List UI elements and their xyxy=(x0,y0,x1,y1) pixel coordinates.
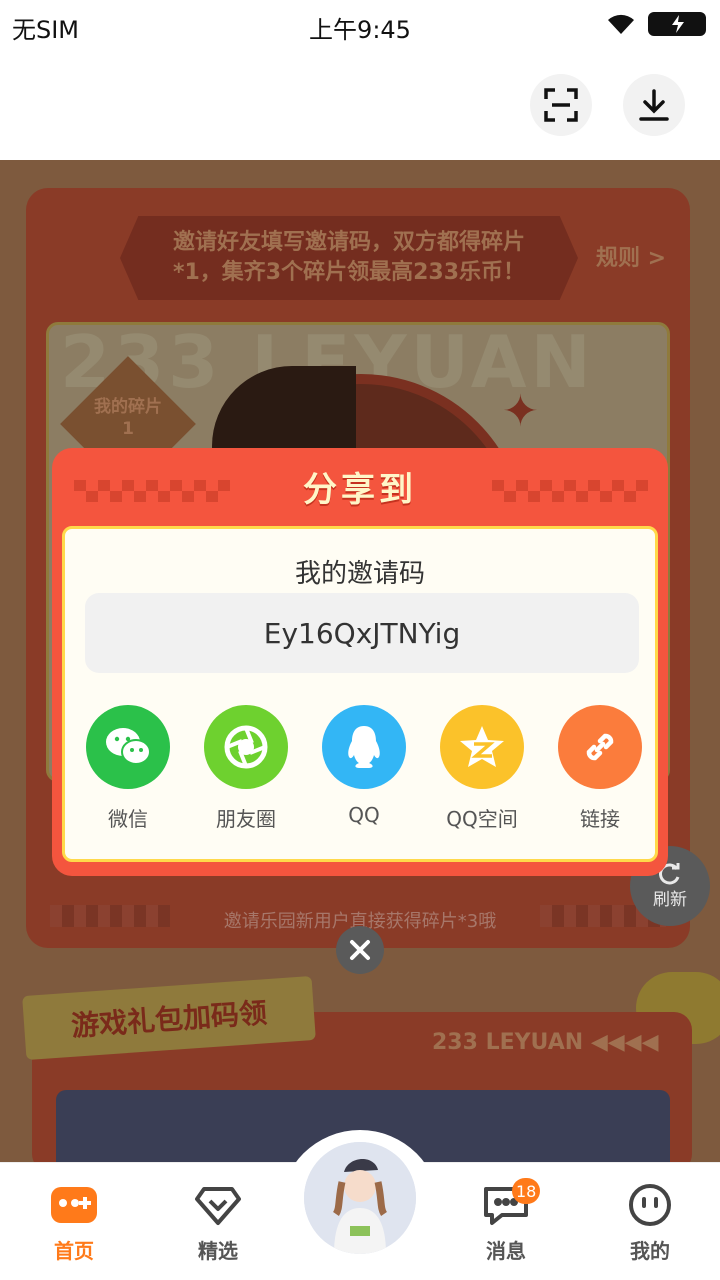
message-count-badge: 18 xyxy=(512,1178,541,1204)
download-button[interactable] xyxy=(623,74,685,136)
share-label: 朋友圈 xyxy=(216,807,276,831)
sparkle-icon: ✦ xyxy=(502,386,539,437)
invite-code-field[interactable]: Ey16QxJTNYig xyxy=(85,593,639,673)
profile-face-icon xyxy=(629,1184,671,1226)
share-qq[interactable]: QQ xyxy=(309,705,419,827)
share-dialog-body: 我的邀请码 Ey16QxJTNYig 微信 朋友圈 QQ QQ空间 链接 xyxy=(62,526,658,862)
heart-diamond-icon xyxy=(195,1187,241,1225)
brand-text: 233 LEYUAN xyxy=(432,1030,584,1055)
battery-charging-icon xyxy=(648,12,706,36)
close-dialog-button[interactable] xyxy=(336,926,384,974)
qzone-icon xyxy=(440,705,524,789)
avatar-illustration xyxy=(304,1142,416,1254)
scan-icon xyxy=(544,88,578,122)
rule-link[interactable]: 规则 > xyxy=(596,240,666,272)
tab-featured[interactable]: 精选 xyxy=(156,1163,276,1280)
top-header xyxy=(0,50,720,160)
fragment-count: 1 xyxy=(122,419,134,439)
center-avatar[interactable] xyxy=(304,1142,416,1254)
tab-label: 首页 xyxy=(54,1239,94,1263)
close-icon xyxy=(350,940,370,960)
share-targets: 微信 朋友圈 QQ QQ空间 链接 xyxy=(65,705,655,835)
share-wechat[interactable]: 微信 xyxy=(73,705,183,832)
tab-label: 精选 xyxy=(198,1239,238,1263)
tab-messages[interactable]: 消息 xyxy=(444,1163,564,1280)
share-link[interactable]: 链接 xyxy=(545,705,655,832)
dialog-title: 分享到 xyxy=(303,470,417,510)
invite-code-label: 我的邀请码 xyxy=(294,559,425,589)
download-icon xyxy=(639,89,669,121)
share-label: 链接 xyxy=(580,807,620,831)
wechat-icon xyxy=(86,705,170,789)
moments-icon xyxy=(204,705,288,789)
refresh-label: 刷新 xyxy=(653,889,687,910)
share-label: QQ空间 xyxy=(446,807,518,831)
fragment-label: 我的碎片 xyxy=(94,397,162,417)
wifi-icon xyxy=(608,14,634,34)
status-bar: 无SIM 上午9:45 xyxy=(0,0,720,50)
tab-label: 消息 xyxy=(486,1239,526,1263)
share-dialog: 分享到 我的邀请码 Ey16QxJTNYig 微信 朋友圈 QQ QQ空间 链接 xyxy=(52,448,668,876)
link-icon xyxy=(558,705,642,789)
tab-home[interactable]: 首页 xyxy=(12,1163,132,1280)
qq-icon xyxy=(322,705,406,789)
tab-profile[interactable]: 我的 xyxy=(588,1163,708,1280)
share-label: 微信 xyxy=(108,807,148,831)
scan-button[interactable] xyxy=(530,74,592,136)
gamepad-icon xyxy=(51,1187,97,1223)
activity-banner: 邀请好友填写邀请码，双方都得碎片*1，集齐3个碎片领最高233乐币！ xyxy=(120,216,578,300)
tab-label: 我的 xyxy=(630,1239,670,1263)
fragment-badge-text: 我的碎片 1 xyxy=(86,396,170,440)
share-label: QQ xyxy=(348,803,380,827)
gift-section-brand: 233 LEYUAN ◀◀◀◀ xyxy=(432,1030,659,1055)
share-qzone[interactable]: QQ空间 xyxy=(427,705,537,832)
share-moments[interactable]: 朋友圈 xyxy=(191,705,301,832)
